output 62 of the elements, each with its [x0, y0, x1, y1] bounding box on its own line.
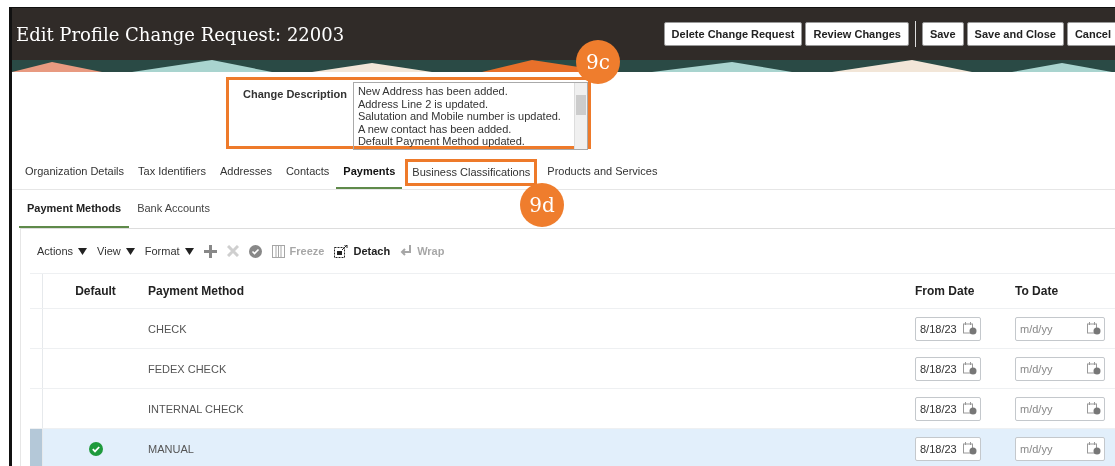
date-field[interactable]: m/d/yy [1015, 316, 1105, 341]
description-line: Salutation and Mobile number is updated. [357, 110, 562, 123]
calendar-icon[interactable] [1087, 321, 1101, 335]
calendar-icon[interactable] [1087, 361, 1101, 375]
description-line: Default Payment Method updated. [357, 135, 526, 148]
step-callout: 9d [520, 183, 564, 227]
detach-button[interactable]: Detach [334, 244, 391, 258]
table-cell-text: INTERNAL CHECK [148, 402, 245, 415]
tab[interactable]: Addresses [212, 155, 279, 189]
date-field[interactable]: 8/18/23 [915, 356, 981, 381]
toolbar-menu[interactable]: Actions [37, 245, 88, 257]
subtab[interactable]: Bank Accounts [129, 190, 218, 228]
header-button[interactable]: Cancel [1066, 22, 1115, 46]
header-button[interactable]: Review Changes [805, 22, 909, 46]
wrap-icon [400, 245, 413, 257]
table-cell-text: CHECK [148, 322, 188, 335]
calendar-icon[interactable] [963, 321, 977, 335]
date-field[interactable]: m/d/yy [1015, 396, 1105, 421]
change-description-field[interactable]: New Address has been added. Address Line 2 is updated. Salutation and Mobile number is updated. A new contact has been added. Default Payment Method updated. [352, 82, 588, 150]
add-icon[interactable] [203, 244, 217, 258]
calendar-icon[interactable] [1087, 401, 1101, 415]
calendar-icon[interactable] [963, 441, 977, 455]
detach-icon [334, 244, 349, 258]
table-cell-text: FEDEX CHECK [148, 362, 228, 375]
table-row[interactable]: MANUAL 8/18/23 m/d/yy [30, 429, 1115, 466]
tab[interactable]: Payments [336, 155, 403, 189]
column-header: From Date [915, 284, 975, 298]
scrollbar[interactable] [573, 83, 587, 149]
description-line: Address Line 2 is updated. [357, 97, 490, 110]
date-field[interactable]: 8/18/23 [915, 316, 981, 341]
date-field[interactable]: m/d/yy [1015, 356, 1105, 381]
column-header: Payment Method [148, 284, 244, 298]
column-header: To Date [1015, 284, 1059, 298]
date-field[interactable]: 8/18/23 [915, 396, 981, 421]
table-row[interactable]: CHECK 8/18/23 m/d/yy [30, 309, 1115, 349]
tab[interactable]: Organization Details [18, 155, 132, 189]
description-line: A new contact has been added. [357, 122, 513, 135]
toolbar-menu[interactable]: View [97, 245, 135, 257]
date-field[interactable]: 8/18/23 [915, 436, 981, 461]
calendar-icon[interactable] [963, 361, 977, 375]
calendar-icon[interactable] [963, 401, 977, 415]
tab[interactable]: Business Classifications [405, 158, 538, 186]
columns-icon [271, 244, 285, 258]
description-line: New Address has been added. [357, 85, 509, 98]
table-row[interactable]: FEDEX CHECK 8/18/23 m/d/yy [30, 349, 1115, 389]
tab[interactable]: Contacts [278, 155, 337, 189]
subtab[interactable]: Payment Methods [19, 190, 130, 228]
tab[interactable]: Tax Identifiers [131, 155, 213, 189]
check-circle-icon[interactable] [248, 244, 262, 258]
header-button[interactable]: Delete Change Request [663, 22, 803, 46]
table-cell-text: MANUAL [148, 442, 195, 455]
calendar-icon[interactable] [1087, 441, 1101, 455]
caret-icon [78, 247, 88, 255]
caret-icon [125, 247, 135, 255]
date-field[interactable]: m/d/yy [1015, 436, 1105, 461]
header-button[interactable]: Save and Close [966, 22, 1064, 46]
change-description-label: Change Description [243, 88, 347, 102]
window-title: Edit Profile Change Request: 22003 [16, 23, 345, 45]
caret-icon [184, 247, 194, 255]
column-header: Default [75, 284, 116, 298]
toolbar-menu[interactable]: Format [144, 245, 194, 257]
header-button[interactable]: Save [921, 22, 964, 46]
